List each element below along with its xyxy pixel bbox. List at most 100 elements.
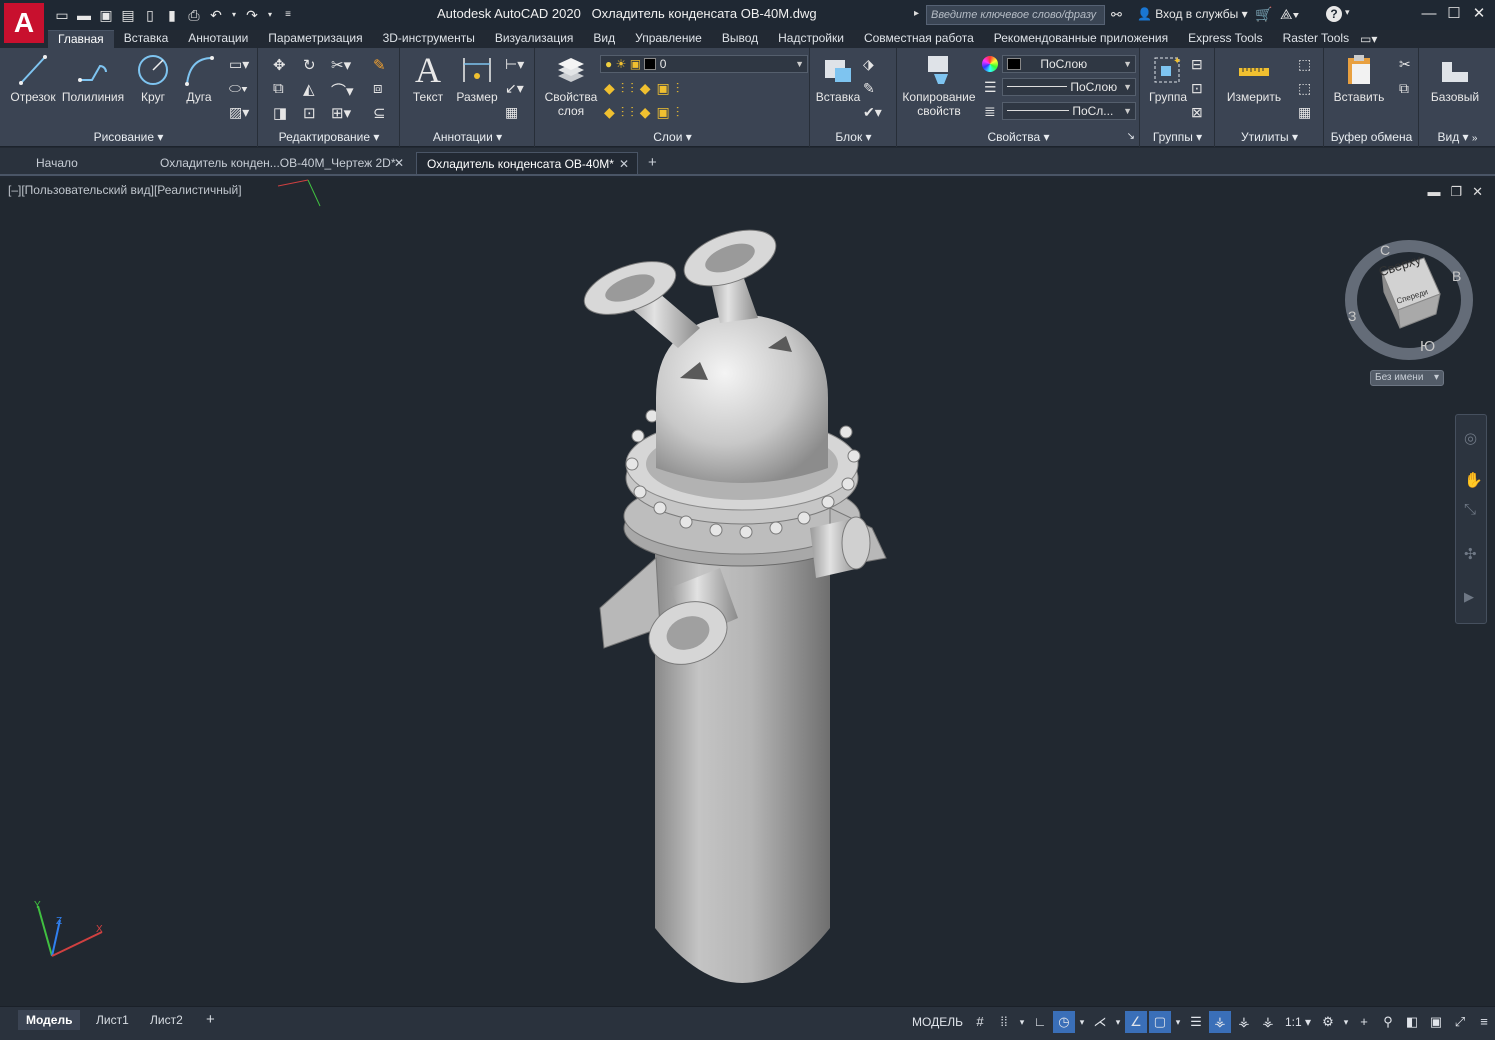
redo-dropdown-icon[interactable]: ▾ [266, 7, 274, 23]
layer-properties-button[interactable]: Свойства слоя [544, 52, 598, 118]
explode-icon[interactable]: ⧈ [373, 80, 383, 97]
grid-icon[interactable]: # [969, 1011, 991, 1033]
ribbon-tab[interactable]: Параметризация [258, 30, 372, 48]
close-tab-icon[interactable]: ✕ [394, 152, 404, 174]
drawing-viewport[interactable]: [–][Пользовательский вид][Реалистичный] … [0, 178, 1495, 1006]
ribbon-tab[interactable]: Raster Tools [1273, 30, 1359, 48]
rotate-icon[interactable]: ↻ [303, 56, 316, 74]
annotation-visibility-icon[interactable]: ⚶ [1208, 1011, 1231, 1033]
ribbon-tab[interactable]: Аннотации [178, 30, 258, 48]
group-button[interactable]: ✦ Группа [1145, 52, 1191, 104]
layer-tools-row2[interactable]: ◆⫶⫶◆▣⫶ [604, 104, 724, 121]
table-icon[interactable]: ▦ [505, 104, 518, 121]
search-input[interactable]: Введите ключевое слово/фразу [926, 5, 1105, 25]
ribbon-tab[interactable]: Вид [583, 30, 625, 48]
group-select-icon[interactable]: ⊠ [1191, 104, 1203, 121]
compass-south[interactable]: Ю [1420, 338, 1435, 355]
object-snap-dropdown-icon[interactable]: ▾ [1173, 1011, 1183, 1033]
layout-tab-sheet2[interactable]: Лист2 [142, 1010, 191, 1030]
workspace-gear-icon[interactable]: ⚙ [1317, 1011, 1339, 1033]
offset-icon[interactable]: ⊆ [373, 104, 386, 122]
layer-tools-row1[interactable]: ◆⫶⫶◆▣⫶ [604, 80, 724, 97]
minimize-button[interactable]: — [1418, 4, 1440, 24]
linear-dim-icon[interactable]: ⊢▾ [505, 56, 524, 73]
ribbon-minimize-icon[interactable]: ▭▾ [1360, 32, 1377, 46]
measure-button[interactable]: Измерить [1224, 52, 1284, 104]
color-wheel-icon[interactable] [982, 56, 998, 72]
application-menu-button[interactable]: A [4, 3, 44, 43]
line-button[interactable]: Отрезок [10, 52, 56, 104]
auto-scale-icon[interactable]: ⚶ [1233, 1011, 1255, 1033]
linetype-dropdown[interactable]: ПоСлою ▼ [1002, 78, 1136, 96]
ribbon-tab[interactable]: Вставка [114, 30, 179, 48]
scale-icon[interactable]: ⊡ [303, 104, 316, 122]
snap-dropdown-icon[interactable]: ▾ [1017, 1011, 1027, 1033]
object-snap-icon[interactable]: ▢ [1148, 1011, 1171, 1033]
undo-dropdown-icon[interactable]: ▾ [230, 7, 238, 23]
group-edit-icon[interactable]: ⊡ [1191, 80, 1203, 97]
workspace-dropdown-icon[interactable]: ▾ [1341, 1011, 1351, 1033]
paste-button[interactable]: Вставить [1329, 52, 1389, 104]
arc-button[interactable]: Дуга [182, 52, 216, 104]
zoom-extents-icon[interactable]: ⤡ [1464, 501, 1476, 518]
save-as-icon[interactable]: ▤ [120, 7, 136, 23]
panel-block-title[interactable]: Блок ▾ [811, 129, 896, 145]
ortho-icon[interactable]: ∟ [1029, 1011, 1051, 1033]
viewport-restore-icon[interactable]: ❐ [1450, 184, 1462, 200]
showmotion-icon[interactable]: ▶ [1464, 589, 1474, 605]
panel-modify-title[interactable]: Редактирование ▾ [259, 129, 399, 145]
layer-dropdown[interactable]: ● ☀ ▣ 0 ▼ [600, 55, 808, 73]
array-icon[interactable]: ⊞▾ [331, 104, 351, 122]
circle-button[interactable]: Круг [134, 52, 172, 104]
text-button[interactable]: A Текст [409, 52, 447, 104]
polar-dropdown-icon[interactable]: ▾ [1077, 1011, 1087, 1033]
lineweight-toggle-icon[interactable]: ☰ [1185, 1011, 1207, 1033]
ribbon-tab[interactable]: Express Tools [1178, 30, 1272, 48]
panel-utilities-title[interactable]: Утилиты ▾ [1216, 129, 1323, 145]
isodraft-dropdown-icon[interactable]: ▾ [1113, 1011, 1123, 1033]
ribbon-tab[interactable]: Визуализация [485, 30, 584, 48]
rectangle-icon[interactable]: ▭▾ [229, 56, 249, 73]
doc-tab-drawing-2d[interactable]: Охладитель конден...ОВ-40М_Чертеж 2D* ✕ [150, 152, 412, 174]
open-web-icon[interactable]: ▯ [142, 7, 158, 23]
cart-icon[interactable]: 🛒 [1255, 6, 1272, 23]
ribbon-more-icon[interactable]: » [1472, 133, 1478, 144]
select-all-icon[interactable]: ⬚ [1298, 80, 1311, 97]
pan-icon[interactable]: ✋ [1464, 471, 1483, 489]
ribbon-tab[interactable]: Главная [48, 30, 114, 48]
isolate-objects-icon[interactable]: ▣ [1425, 1011, 1447, 1033]
isodraft-icon[interactable]: ⋌ [1089, 1011, 1111, 1033]
layout-tab-model[interactable]: Модель [18, 1010, 81, 1030]
new-file-icon[interactable]: ▭ [54, 7, 70, 23]
save-icon[interactable]: ▣ [98, 7, 114, 23]
viewport-minimize-icon[interactable]: ▬ [1427, 184, 1440, 200]
annotation-scale-value[interactable]: 1:1 ▾ [1281, 1011, 1315, 1033]
compass-north[interactable]: С [1380, 242, 1390, 258]
stretch-icon[interactable]: ◨ [273, 104, 287, 122]
compass-west[interactable]: З [1348, 308, 1356, 324]
match-properties-button[interactable]: Копирование свойств [900, 52, 978, 118]
color-dropdown[interactable]: ПоСлою ▼ [1002, 55, 1136, 73]
new-tab-button[interactable]: + [642, 152, 668, 174]
dimension-button[interactable]: Размер [455, 52, 499, 104]
help-icon[interactable]: ? [1326, 6, 1342, 22]
panel-draw-title[interactable]: Рисование ▾ [0, 129, 257, 145]
ribbon-tab[interactable]: Совместная работа [854, 30, 984, 48]
annotation-monitor-icon[interactable]: + [1353, 1011, 1375, 1033]
ribbon-tab[interactable]: Вывод [712, 30, 768, 48]
copy-icon[interactable]: ⧉ [273, 80, 284, 97]
orbit-icon[interactable]: ✣ [1464, 545, 1477, 563]
panel-annotation-title[interactable]: Аннотации ▾ [401, 129, 534, 145]
ucs-menu[interactable]: Без имени ▾ [1370, 370, 1444, 386]
fillet-icon[interactable]: ⌒▾ [331, 80, 354, 101]
copy-clip-icon[interactable]: ⧉ [1399, 80, 1409, 97]
mirror-icon[interactable]: ◭ [303, 80, 315, 98]
close-tab-icon[interactable]: ✕ [619, 153, 629, 175]
leader-icon[interactable]: ↙▾ [505, 80, 524, 97]
signin-button[interactable]: 👤 Вход в службы ▾ [1137, 7, 1248, 21]
redo-icon[interactable]: ↷ [244, 7, 260, 23]
compass-east[interactable]: В [1452, 268, 1461, 284]
annotation-scale-icon[interactable]: ⚶ [1257, 1011, 1279, 1033]
undo-icon[interactable]: ↶ [208, 7, 224, 23]
snap-icon[interactable]: ⁞⁞ [993, 1011, 1015, 1033]
